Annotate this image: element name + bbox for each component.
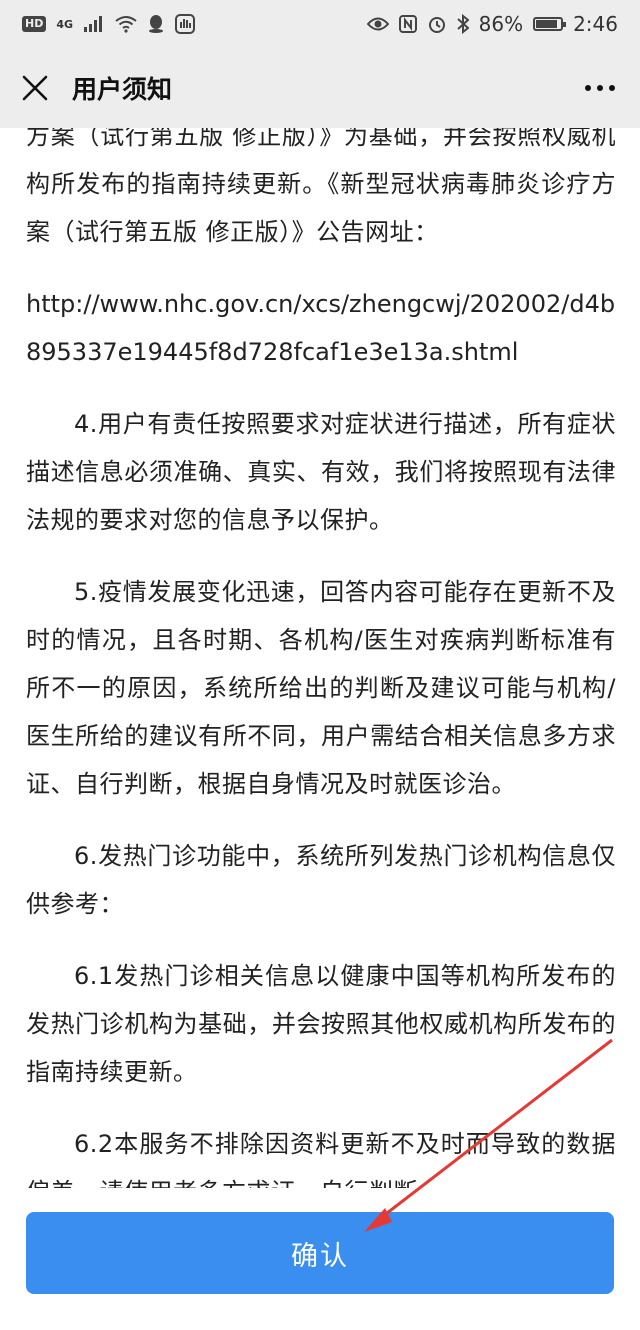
page-title: 用户须知 xyxy=(72,75,173,104)
battery-percent: 86% xyxy=(478,12,524,36)
eye-icon xyxy=(366,16,389,32)
alarm-icon xyxy=(427,14,447,34)
confirm-button-wrap: 确认 xyxy=(26,1212,614,1294)
nfc-icon xyxy=(398,15,417,33)
notice-content[interactable]: 方案（试行第五版 修正版）》为基础，并会按照权威机构所发布的指南持续更新。《新型… xyxy=(0,128,640,1188)
wifi-icon xyxy=(115,15,137,33)
close-icon xyxy=(22,75,48,101)
more-button[interactable] xyxy=(580,73,620,103)
notice-paragraph: 方案（试行第五版 修正版）》为基础，并会按照权威机构所发布的指南持续更新。《新型… xyxy=(26,128,616,246)
more-icon-dot xyxy=(597,85,603,91)
more-icon xyxy=(585,85,591,91)
status-time: 2:46 xyxy=(573,12,618,36)
status-bar-right: 86% 2:46 xyxy=(366,12,618,36)
confirm-button[interactable]: 确认 xyxy=(26,1212,614,1294)
nav-bar: 用户须知 xyxy=(0,48,640,128)
notice-paragraph: 5.疫情发展变化迅速，回答内容可能存在更新不及时的情况，且各时期、各机构/医生对… xyxy=(26,578,616,798)
network-type: 4G xyxy=(56,17,74,31)
hd-badge: HD xyxy=(22,16,47,32)
battery-level xyxy=(536,20,557,28)
notice-paragraph: 6.发热门诊功能中，系统所列发热门诊机构信息仅供参考： xyxy=(26,842,616,918)
app-notification-icon xyxy=(175,14,196,34)
bluetooth-icon xyxy=(456,14,469,34)
notice-paragraph: 6.2本服务不排除因资料更新不及时而导致的数据偏差，请使用者多方求证，自行判断。 xyxy=(26,1130,616,1188)
announcement-url[interactable]: http://www.nhc.gov.cn/xcs/zhengcwj/20200… xyxy=(26,280,616,376)
notice-paragraph: 6.1发热门诊相关信息以健康中国等机构所发布的发热门诊机构为基础，并会按照其他权… xyxy=(26,962,616,1086)
signal-icon xyxy=(83,15,105,33)
close-button[interactable] xyxy=(20,73,50,103)
status-bar: HD 4G 86% 2:46 xyxy=(0,0,640,48)
qq-icon xyxy=(147,14,165,34)
battery-icon xyxy=(533,17,567,31)
status-bar-left: HD 4G xyxy=(22,14,196,34)
more-icon-dot xyxy=(609,85,615,91)
notice-paragraph: 4.用户有责任按照要求对症状进行描述，所有症状描述信息必须准确、真实、有效，我们… xyxy=(26,410,616,534)
notice-text: 方案（试行第五版 修正版）》为基础，并会按照权威机构所发布的指南持续更新。《新型… xyxy=(26,128,616,1188)
